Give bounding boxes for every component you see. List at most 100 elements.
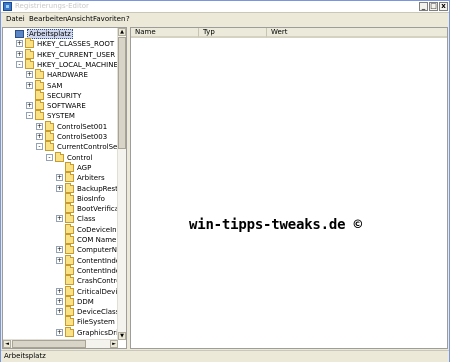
tree-node[interactable]: + DeviceClasses [4, 306, 126, 317]
status-text: Arbeitsplatz [4, 352, 46, 360]
values-list-pane[interactable]: Name Typ Wert win-tipps-tweaks.de © [130, 27, 448, 349]
expand-icon[interactable]: + [56, 215, 63, 223]
tree-node-label: HKEY_CURRENT_USER [37, 50, 116, 59]
folder-icon [65, 182, 74, 193]
scroll-up-icon[interactable]: ▲ [118, 28, 126, 36]
registry-editor-window: Registrierungs-Editor _ □ x Datei Bearbe… [0, 0, 450, 362]
expand-icon[interactable]: + [26, 102, 33, 110]
tree-node[interactable]: BiosInfo [4, 192, 116, 204]
tree-node[interactable]: + SAM [4, 79, 116, 91]
collapse-icon[interactable]: - [36, 143, 43, 151]
window-title: Registrierungs-Editor [15, 2, 89, 10]
registry-tree-pane[interactable]: Arbeitsplatz + HKEY_CLASSES_ROOT + HKEY_CURR… [2, 27, 127, 349]
tree-node[interactable]: + ControlSet001 [4, 120, 116, 132]
tree-node-label: SOFTWARE [47, 102, 86, 111]
scroll-down-icon[interactable]: ▼ [118, 332, 126, 340]
expand-icon[interactable]: + [56, 308, 63, 316]
title-bar[interactable]: Registrierungs-Editor _ □ x [1, 1, 449, 13]
expand-icon[interactable]: + [36, 133, 43, 140]
tree-node[interactable]: + DDM [4, 295, 116, 307]
tree-node[interactable]: + ControlSet003 [4, 131, 116, 142]
tree-horizontal-scrollbar[interactable]: ◄ ► [3, 339, 118, 348]
folder-icon [45, 131, 54, 141]
scroll-right-icon[interactable]: ► [110, 340, 118, 348]
folder-icon [65, 234, 74, 244]
minimize-button[interactable]: _ [419, 2, 428, 11]
tree-horizontal-scroll-thumb[interactable] [12, 340, 86, 348]
folder-icon [55, 151, 64, 162]
column-header-type[interactable]: Typ [199, 28, 267, 38]
collapse-icon[interactable]: - [16, 60, 23, 68]
menu-favorites[interactable]: Favoriten [93, 15, 125, 24]
menu-file[interactable]: Datei [6, 15, 25, 24]
computer-icon [15, 30, 24, 38]
tree-node[interactable]: +GraphicsDrivers [4, 326, 126, 338]
tree-node[interactable]: +CriticalDeviceDatabase [4, 285, 126, 297]
tree-node-label: SYSTEM [47, 112, 75, 121]
tree-node[interactable]: - SYSTEM [4, 110, 116, 121]
expand-icon[interactable]: + [36, 122, 43, 130]
column-header-value[interactable]: Wert [267, 28, 447, 38]
tree-node[interactable]: ContentIndexCommon [4, 264, 126, 276]
tree-node[interactable]: COM Name Arbiter [4, 234, 126, 245]
expand-icon[interactable]: + [56, 174, 63, 182]
menu-help[interactable]: ? [126, 15, 130, 24]
tree-node[interactable]: SECURITY [4, 89, 116, 101]
expand-icon[interactable]: + [56, 287, 63, 295]
tree-node[interactable]: BootVerificationProgram [4, 203, 126, 214]
expand-icon[interactable]: + [56, 246, 63, 254]
tree-node[interactable]: FileSystem [4, 316, 116, 327]
scroll-left-icon[interactable]: ◄ [3, 340, 11, 348]
collapse-icon[interactable]: - [46, 153, 53, 161]
expand-icon[interactable]: + [56, 184, 63, 192]
expand-icon[interactable]: + [56, 297, 63, 305]
tree-node[interactable]: - Control [4, 151, 116, 163]
folder-icon [65, 306, 74, 317]
folder-icon [25, 38, 34, 49]
tree-node[interactable]: + Arbiters [4, 172, 116, 183]
tree-node[interactable]: + HKEY_CURRENT_USER [4, 48, 116, 60]
folder-icon [65, 264, 74, 275]
tree-node[interactable]: + HKEY_CLASSES_ROOT [4, 38, 116, 49]
expand-icon[interactable]: + [56, 328, 63, 336]
tree-node[interactable]: + SOFTWARE [4, 100, 116, 111]
menu-edit[interactable]: Bearbeiten [29, 15, 67, 24]
maximize-button[interactable]: □ [429, 2, 438, 11]
menu-view[interactable]: Ansicht [67, 15, 93, 24]
tree-node-label: Arbiters [77, 174, 105, 183]
tree-vertical-scrollbar[interactable]: ▲ ▼ [117, 28, 126, 340]
tree-node[interactable]: + Class [4, 213, 116, 224]
expand-icon[interactable]: + [16, 40, 23, 48]
column-header-name[interactable]: Name [131, 28, 199, 38]
tree-node-label: ControlSet003 [57, 133, 108, 141]
folder-icon [25, 58, 34, 69]
collapse-icon[interactable]: - [26, 112, 33, 120]
tree-node[interactable]: + ComputerName [4, 244, 126, 255]
tree-node[interactable]: + BackupRestore [4, 182, 126, 194]
folder-icon [45, 120, 54, 131]
tree-node[interactable]: + ContentIndex [4, 254, 124, 266]
close-button[interactable]: x [439, 2, 448, 11]
tree-node[interactable]: CrashControl [4, 275, 122, 286]
tree-node-label: DDM [77, 297, 94, 306]
expand-icon[interactable]: + [26, 81, 33, 89]
tree-node-label: Arbeitsplatz [27, 29, 73, 39]
tree-vertical-scroll-thumb[interactable] [118, 37, 126, 149]
folder-icon [65, 244, 74, 255]
tree-node[interactable]: Arbeitsplatz [4, 29, 116, 39]
folder-icon [65, 326, 74, 337]
expand-icon[interactable]: + [16, 50, 23, 58]
tree-node[interactable]: - HKEY_LOCAL_MACHINE [4, 58, 118, 70]
folder-icon [25, 48, 34, 59]
folder-icon [35, 79, 44, 90]
watermark-text: win-tipps-tweaks.de © [189, 217, 362, 233]
tree-node-label: CrashControl [77, 277, 123, 286]
folder-icon [65, 223, 74, 234]
expand-icon[interactable]: + [26, 71, 33, 79]
tree-node[interactable]: CoDeviceInstallers [4, 223, 126, 235]
folder-icon [65, 275, 74, 286]
expand-icon[interactable]: + [56, 256, 63, 264]
folder-icon [65, 316, 74, 327]
tree-node[interactable]: AGP [4, 161, 116, 173]
tree-node[interactable]: + HARDWARE [4, 69, 116, 80]
